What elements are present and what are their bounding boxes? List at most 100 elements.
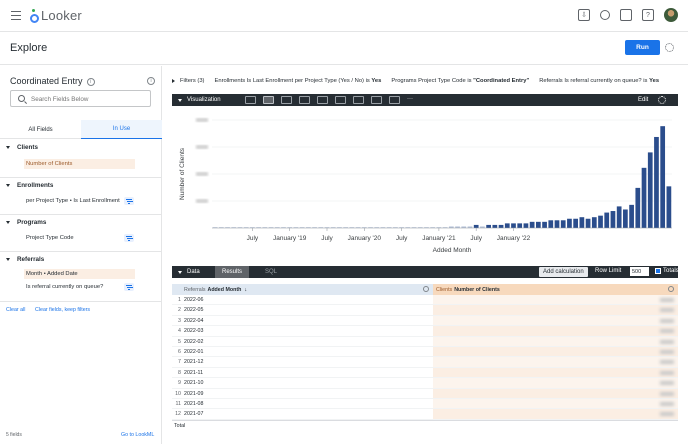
- line-viz-icon[interactable]: [317, 96, 328, 104]
- section-clients[interactable]: Clients: [6, 144, 38, 151]
- cell-added-month[interactable]: 2021-09: [183, 389, 433, 398]
- data-bar[interactable]: Data Results SQL Add calculation Row Lim…: [172, 266, 679, 278]
- clear-all-link[interactable]: Clear all: [6, 307, 25, 313]
- menu-icon[interactable]: [11, 11, 21, 20]
- bar-viz-icon[interactable]: [281, 96, 292, 104]
- chart-bar: [660, 126, 666, 228]
- explore-info-icon[interactable]: i: [147, 77, 155, 85]
- cell-added-month[interactable]: 2021-10: [183, 378, 433, 387]
- map-viz-icon[interactable]: [371, 96, 382, 104]
- tab-results[interactable]: Results: [215, 266, 250, 278]
- section-enrollments[interactable]: Enrollments: [6, 182, 53, 189]
- edit-visualization-button[interactable]: Edit: [638, 97, 648, 103]
- looker-logo[interactable]: Looker: [30, 8, 82, 23]
- chart-bar: [647, 152, 653, 228]
- tab-in-use[interactable]: In Use: [81, 120, 162, 139]
- field-number-of-clients[interactable]: Number of Clients: [24, 159, 135, 169]
- cell-number-of-clients[interactable]: [433, 315, 678, 326]
- table-row: 10 2021-09: [172, 388, 678, 399]
- top-navigation-bar: Looker ⇩ ?: [0, 0, 688, 32]
- cell-number-of-clients[interactable]: [433, 398, 678, 409]
- cell-number-of-clients[interactable]: [433, 388, 678, 398]
- column-viz-icon[interactable]: [263, 96, 274, 104]
- field-month-added-date[interactable]: Month • Added Date: [24, 269, 135, 279]
- search-fields-input[interactable]: [31, 93, 146, 105]
- filter-icon[interactable]: [124, 197, 134, 205]
- checkbox-icon[interactable]: [655, 268, 661, 274]
- redacted-value: [660, 349, 674, 354]
- gear-icon[interactable]: [423, 286, 429, 292]
- cell-added-month[interactable]: 2022-04: [183, 316, 433, 325]
- cell-number-of-clients[interactable]: [433, 305, 678, 315]
- cell-added-month[interactable]: 2022-03: [183, 326, 433, 335]
- section-label: Referrals: [17, 256, 45, 263]
- go-to-lookml-link[interactable]: Go to LookML: [121, 432, 154, 438]
- scatter-viz-icon[interactable]: [299, 96, 310, 104]
- cell-added-month[interactable]: 2022-05: [183, 305, 433, 314]
- single-value-viz-icon[interactable]: [389, 96, 400, 104]
- tab-sql[interactable]: SQL: [258, 266, 284, 278]
- field-search[interactable]: [10, 90, 151, 107]
- add-calculation-button[interactable]: Add calculation: [539, 267, 588, 277]
- table-row: 4 2022-03: [172, 326, 678, 337]
- filter-icon[interactable]: [124, 283, 134, 291]
- cell-number-of-clients[interactable]: [433, 346, 678, 357]
- section-referrals[interactable]: Referrals: [6, 256, 44, 263]
- download-icon[interactable]: ⇩: [578, 9, 590, 21]
- column-header-number-of-clients[interactable]: Clients Number of Clients: [433, 284, 678, 295]
- filters-bar[interactable]: Filters (3) Enrollments Is Last Enrollme…: [172, 74, 680, 87]
- visualization-bar[interactable]: Visualization ··· Edit: [172, 94, 678, 106]
- cell-number-of-clients[interactable]: [433, 357, 678, 367]
- row-limit-input[interactable]: 500: [630, 267, 649, 276]
- app-name: Looker: [41, 8, 82, 23]
- chart-bar: [548, 220, 554, 228]
- search-icon[interactable]: [600, 10, 610, 20]
- cell-number-of-clients[interactable]: [433, 295, 678, 305]
- marketplace-icon[interactable]: [620, 9, 632, 21]
- section-programs[interactable]: Programs: [6, 219, 46, 226]
- field-referral-on-queue[interactable]: Is referral currently on queue?: [24, 282, 135, 292]
- area-viz-icon[interactable]: [335, 96, 346, 104]
- help-icon[interactable]: ?: [642, 9, 654, 21]
- cell-added-month[interactable]: 2021-07: [183, 409, 433, 418]
- pie-viz-icon[interactable]: [353, 96, 364, 104]
- more-viz-icon[interactable]: ···: [407, 96, 418, 104]
- chart-bar: [598, 215, 603, 228]
- info-icon[interactable]: i: [86, 77, 95, 86]
- avatar[interactable]: [664, 8, 678, 22]
- table-viz-icon[interactable]: [245, 96, 256, 104]
- column-name: Number of Clients: [454, 286, 500, 293]
- filter-icon[interactable]: [124, 234, 134, 242]
- column-header-added-month[interactable]: Referrals Added Month ↓: [172, 284, 433, 295]
- chart-bar: [629, 204, 634, 228]
- cell-added-month[interactable]: 2021-08: [183, 399, 433, 408]
- row-number: 11: [175, 400, 182, 407]
- run-button[interactable]: Run: [625, 40, 660, 55]
- cell-number-of-clients[interactable]: [433, 326, 678, 336]
- chart-bar: [610, 211, 616, 228]
- cell-added-month[interactable]: 2021-11: [183, 368, 433, 377]
- redacted-value: [660, 298, 674, 302]
- caret-down-icon: [178, 98, 182, 102]
- gear-icon[interactable]: [658, 95, 666, 104]
- gear-icon[interactable]: [665, 43, 674, 52]
- cell-number-of-clients[interactable]: [433, 367, 678, 378]
- field-is-last-enrollment[interactable]: per Project Type • Is Last Enrollment: [24, 196, 135, 206]
- chart-bar: [517, 223, 523, 228]
- cell-added-month[interactable]: 2021-12: [183, 357, 433, 366]
- tab-all-fields[interactable]: All Fields: [0, 120, 81, 139]
- cell-added-month[interactable]: 2022-02: [183, 337, 433, 346]
- filter-text: Referrals Is referral currently on queue…: [539, 77, 650, 84]
- cell-number-of-clients[interactable]: [433, 336, 678, 346]
- gear-icon[interactable]: [668, 286, 674, 292]
- cell-number-of-clients[interactable]: [433, 409, 678, 419]
- sort-desc-icon[interactable]: ↓: [244, 287, 247, 293]
- row-number: 12: [175, 411, 181, 418]
- cell-added-month[interactable]: 2022-06: [183, 295, 433, 304]
- clear-fields-link[interactable]: Clear fields, keep filters: [35, 307, 90, 313]
- cell-added-month[interactable]: 2022-01: [183, 347, 433, 356]
- totals-toggle[interactable]: Totals: [655, 268, 679, 274]
- filters-toggle[interactable]: Filters (3): [172, 78, 204, 84]
- field-project-type-code[interactable]: Project Type Code: [24, 233, 135, 243]
- cell-number-of-clients[interactable]: [433, 378, 678, 388]
